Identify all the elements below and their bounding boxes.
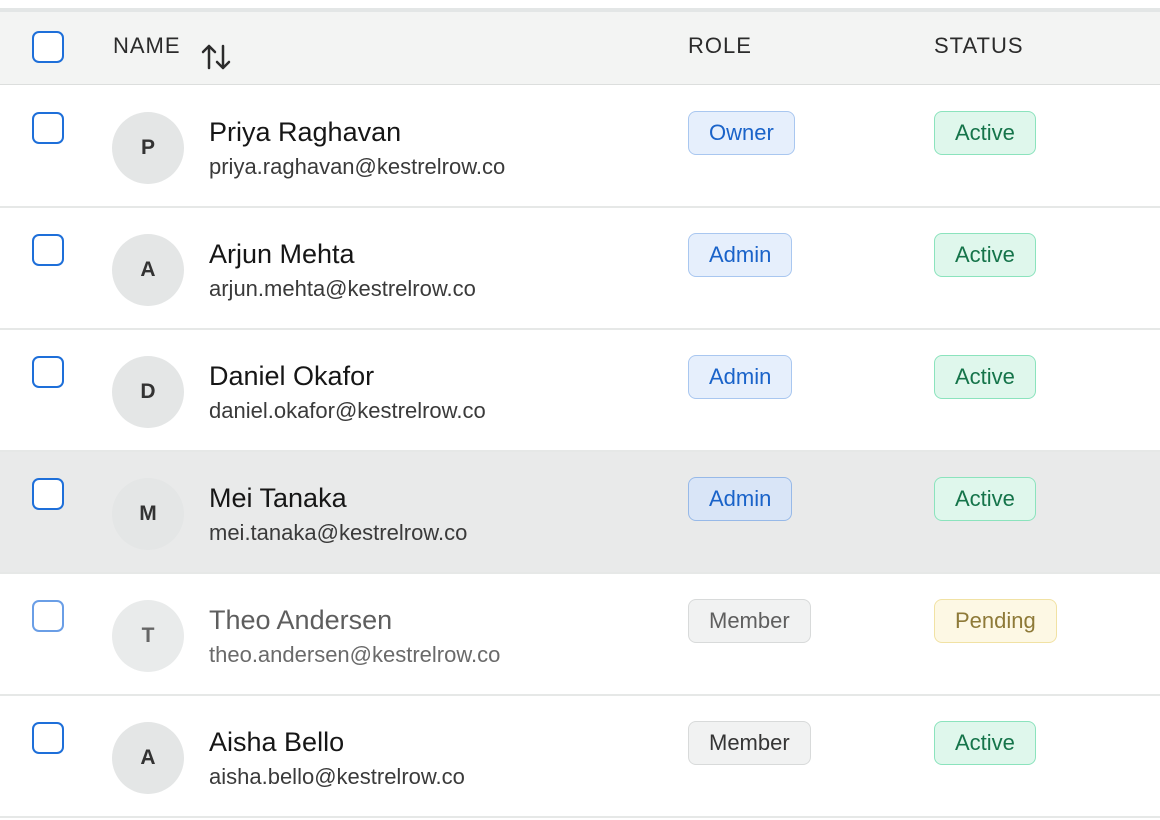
sort-arrows-icon[interactable] (201, 42, 231, 72)
avatar: A (112, 722, 184, 794)
column-header-role[interactable]: ROLE (688, 34, 752, 58)
user-email: priya.raghavan@kestrelrow.co (209, 154, 506, 179)
user-name[interactable]: Mei Tanaka (209, 483, 347, 513)
role-badge[interactable]: Member (688, 599, 811, 643)
column-header-status[interactable]: STATUS (934, 34, 1024, 58)
row-checkbox[interactable] (32, 478, 64, 510)
table-row[interactable]: D Daniel Okafor daniel.okafor@kestrelrow… (0, 330, 1160, 452)
row-checkbox[interactable] (32, 356, 64, 388)
role-badge[interactable]: Admin (688, 233, 793, 277)
column-header-name[interactable]: NAME (113, 34, 181, 58)
table-row[interactable]: A Arjun Mehta arjun.mehta@kestrelrow.co … (0, 208, 1160, 330)
user-name[interactable]: Arjun Mehta (209, 239, 355, 269)
users-table: NAME ROLE STATUS P Priya Raghavan priya.… (0, 0, 1160, 820)
avatar: P (112, 112, 184, 184)
table-row[interactable]: M Mei Tanaka mei.tanaka@kestrelrow.co Ad… (0, 452, 1160, 574)
table-row[interactable]: T Theo Andersen theo.andersen@kestrelrow… (0, 574, 1160, 696)
status-badge: Active (934, 721, 1036, 765)
avatar: A (112, 234, 184, 306)
status-badge: Pending (934, 599, 1057, 643)
user-email: theo.andersen@kestrelrow.co (209, 642, 501, 667)
role-badge[interactable]: Owner (688, 111, 795, 155)
row-checkbox[interactable] (32, 722, 64, 754)
status-badge: Active (934, 111, 1036, 155)
status-badge: Active (934, 233, 1036, 277)
table-header: NAME ROLE STATUS (0, 12, 1160, 85)
row-checkbox[interactable] (32, 600, 64, 632)
avatar: D (112, 356, 184, 428)
row-checkbox[interactable] (32, 234, 64, 266)
user-name[interactable]: Daniel Okafor (209, 361, 374, 391)
role-badge[interactable]: Member (688, 721, 811, 765)
user-email: aisha.bello@kestrelrow.co (209, 764, 465, 789)
table-row[interactable]: A Aisha Bello aisha.bello@kestrelrow.co … (0, 696, 1160, 818)
role-badge[interactable]: Admin (688, 477, 793, 521)
user-email: arjun.mehta@kestrelrow.co (209, 276, 476, 301)
table-row[interactable]: P Priya Raghavan priya.raghavan@kestrelr… (0, 86, 1160, 208)
row-checkbox[interactable] (32, 112, 64, 144)
avatar: M (112, 478, 184, 550)
select-all-checkbox[interactable] (32, 31, 64, 63)
user-email: mei.tanaka@kestrelrow.co (209, 520, 468, 545)
avatar: T (112, 600, 184, 672)
status-badge: Active (934, 355, 1036, 399)
role-badge[interactable]: Admin (688, 355, 793, 399)
user-name[interactable]: Priya Raghavan (209, 117, 401, 147)
status-badge: Active (934, 477, 1036, 521)
user-name[interactable]: Theo Andersen (209, 605, 392, 635)
user-name[interactable]: Aisha Bello (209, 727, 344, 757)
user-email: daniel.okafor@kestrelrow.co (209, 398, 486, 423)
